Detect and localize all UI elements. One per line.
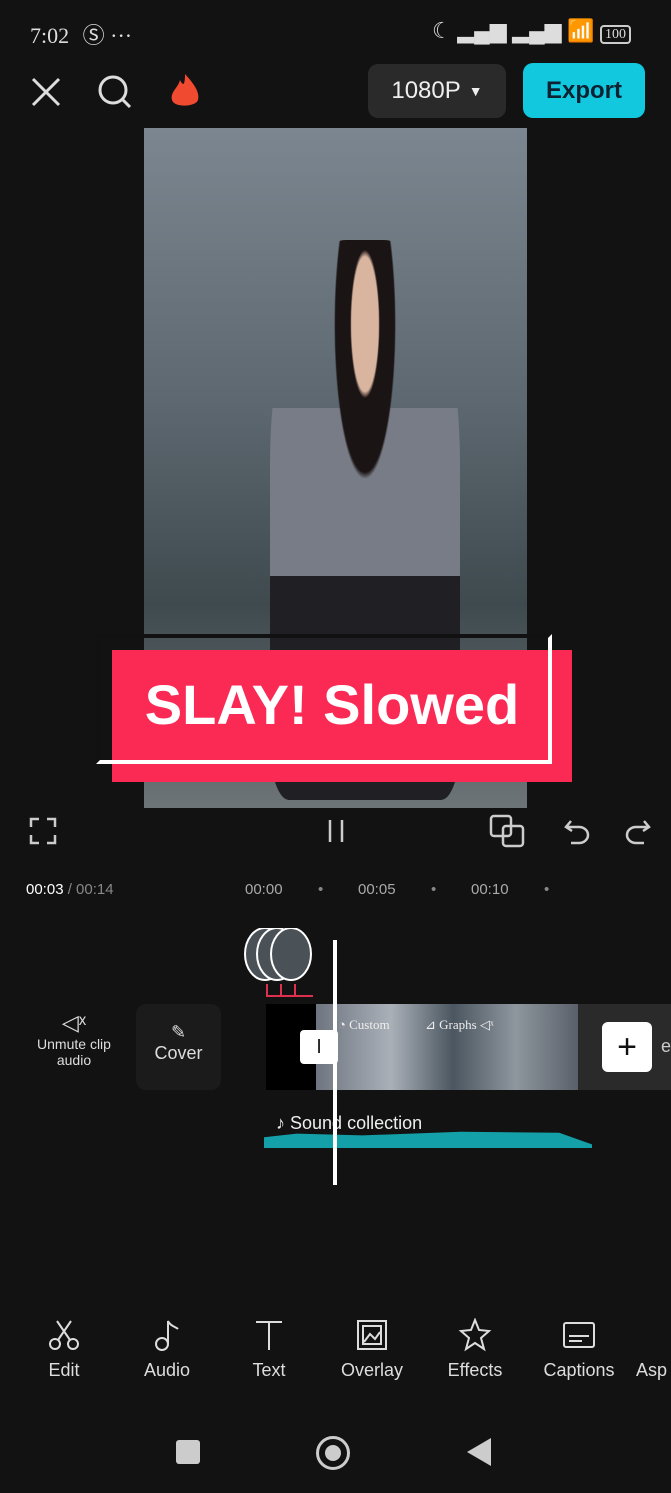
ruler-tick: 00:10 [471, 881, 509, 898]
time-readout: 00:03 / 00:14 [26, 881, 114, 898]
add-clip-button[interactable]: + [602, 1022, 652, 1072]
pencil-icon: ✎ [170, 1022, 187, 1042]
back-button[interactable] [467, 1438, 491, 1466]
cover-label: Cover [154, 1043, 203, 1063]
unmute-clip-audio-button[interactable]: ◁ˣ Unmute clip audio [30, 1010, 118, 1068]
fire-icon[interactable] [168, 72, 202, 110]
system-icons: ☾ ▂▄▆ ▂▄▆ 📶 100 [432, 18, 631, 44]
battery-icon: 100 [600, 25, 631, 44]
music-note-icon: ♪ [276, 1113, 285, 1133]
current-time: 00:03 [26, 881, 64, 898]
overlay-icon [357, 1320, 387, 1350]
tool-label: Audio [143, 1360, 191, 1380]
audio-track-label: Sound collection [290, 1113, 423, 1133]
graphs-label: Graphs [439, 1017, 477, 1032]
captions-icon [563, 1322, 595, 1348]
sticker-clip-thumbnails[interactable] [243, 928, 318, 1000]
tool-effects[interactable]: Effects [430, 1318, 520, 1381]
clip-label-graphs[interactable]: ⊿ Graphs ◁ˣ [425, 1017, 494, 1033]
tool-label: Overlay [340, 1360, 403, 1380]
keyframe-icon[interactable] [489, 814, 527, 848]
custom-label: Custom [349, 1017, 390, 1032]
search-icon[interactable] [97, 74, 133, 110]
tool-text[interactable]: Text [224, 1318, 314, 1381]
ruler-tick: 00:00 [245, 881, 283, 898]
text-icon [256, 1321, 282, 1350]
tool-label: Asp [636, 1360, 668, 1380]
undo-icon[interactable] [563, 817, 591, 845]
tool-edit[interactable]: Edit [19, 1318, 109, 1381]
caret-down-icon: ▼ [468, 83, 483, 99]
tool-label: Edit [48, 1360, 80, 1380]
audio-track[interactable]: ♪ Sound collection [276, 1113, 422, 1134]
status-bar: 7:02 Ⓢ ··· ☾ ▂▄▆ ▂▄▆ 📶 100 [30, 18, 631, 50]
ruler-tick: 00:05 [358, 881, 396, 898]
tool-label: Effects [447, 1360, 503, 1380]
playhead[interactable] [333, 940, 337, 1185]
resolution-dropdown[interactable]: 1080P ▼ [368, 64, 506, 118]
export-button[interactable]: Export [523, 63, 645, 118]
mute-speaker-icon: ◁ˣ [61, 1010, 87, 1035]
clip-label-custom[interactable]: ◔ Custom [338, 1017, 390, 1033]
tool-captions[interactable]: Captions [534, 1318, 624, 1381]
recents-button[interactable] [176, 1440, 200, 1464]
unmute-label: Unmute clip audio [37, 1036, 111, 1068]
total-time: / 00:14 [67, 881, 114, 898]
effects-star-icon [458, 1318, 492, 1352]
tool-overlay[interactable]: Overlay [327, 1318, 417, 1381]
sticker-text[interactable]: SLAY! Slowed [112, 672, 552, 737]
cover-button[interactable]: ✎ Cover [136, 1004, 221, 1090]
tool-label: Captions [543, 1360, 615, 1380]
status-time: 7:02 [30, 23, 70, 48]
notification-icons: Ⓢ ··· [82, 23, 133, 48]
pause-icon[interactable] [322, 817, 350, 845]
scissors-icon [49, 1320, 79, 1350]
music-note-icon [155, 1320, 179, 1351]
close-icon[interactable] [30, 76, 62, 108]
tool-audio[interactable]: Audio [122, 1318, 212, 1381]
tool-aspect[interactable]: Asp [636, 1318, 671, 1381]
tool-label: Text [252, 1360, 286, 1380]
home-button[interactable] [316, 1436, 350, 1470]
resolution-label: 1080P [391, 77, 461, 104]
fullscreen-icon[interactable] [29, 817, 57, 845]
redo-icon[interactable] [624, 817, 652, 845]
add-end-label: e [661, 1036, 671, 1056]
